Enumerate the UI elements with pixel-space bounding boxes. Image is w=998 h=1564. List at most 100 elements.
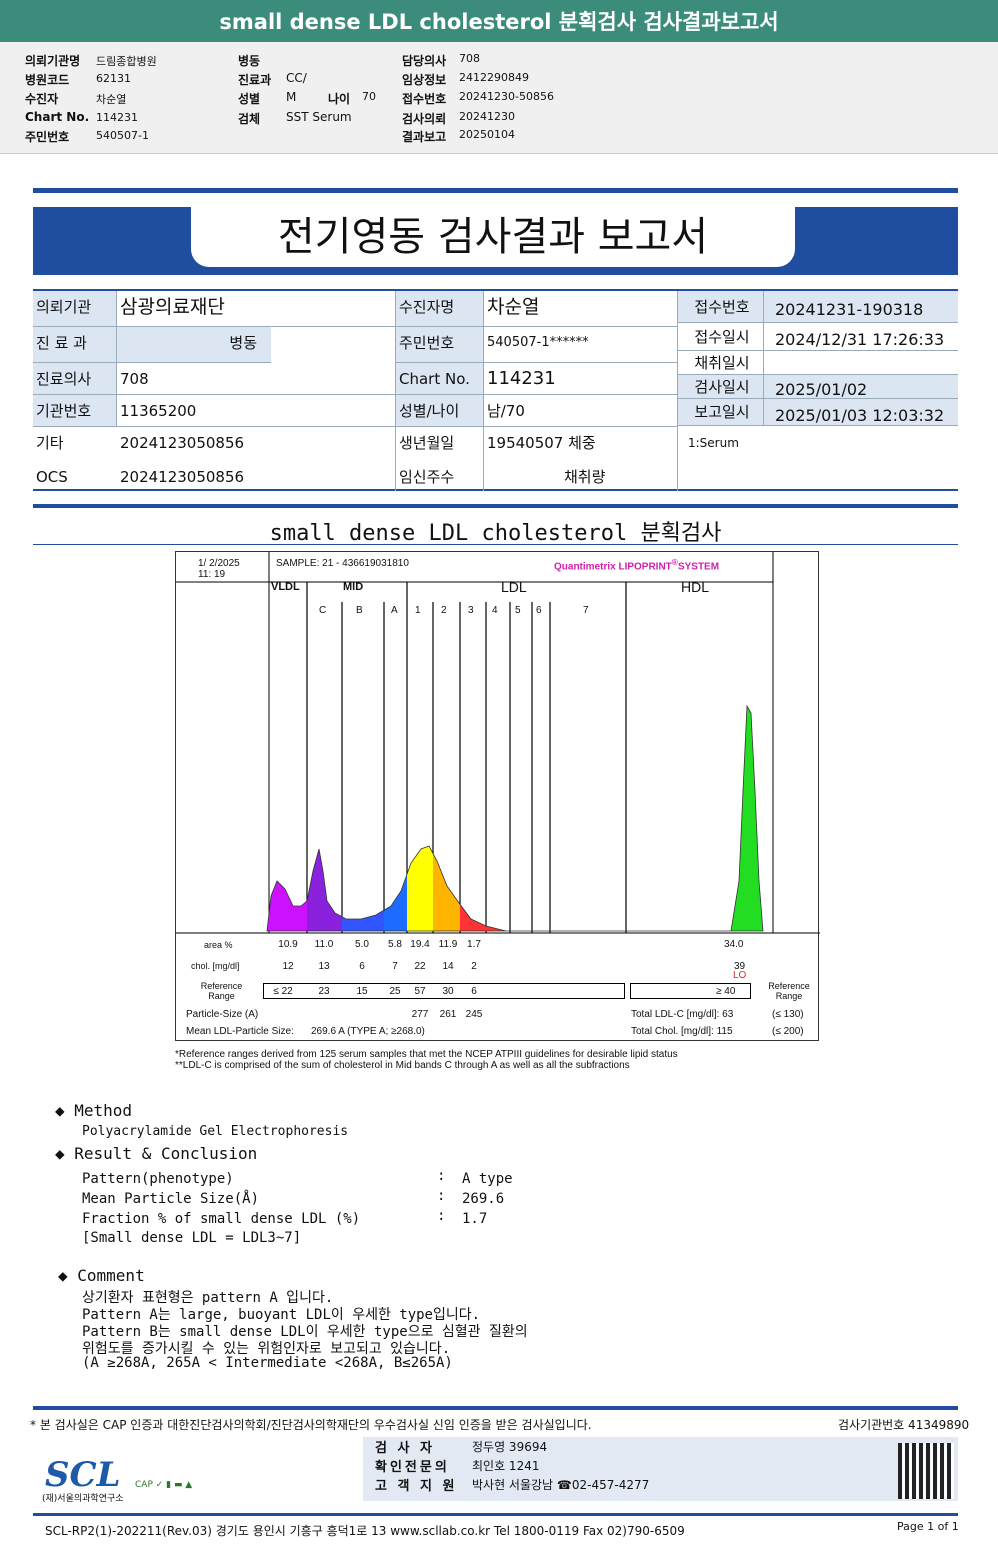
row-label: Reference Range bbox=[200, 981, 243, 1001]
field-value: 708 bbox=[117, 363, 395, 395]
row-label: Particle-Size (A) bbox=[186, 1009, 259, 1020]
diamond-icon: ◆ bbox=[58, 1266, 78, 1285]
info-label: 담당의사 bbox=[402, 54, 447, 68]
band-label: C bbox=[319, 605, 327, 616]
field-value: 540507-1****** bbox=[483, 327, 677, 363]
accreditation-logos: CAP ✓ ▮ ▬ ▲ bbox=[135, 1480, 193, 1490]
info-value: 20250104 bbox=[459, 128, 515, 141]
area-value: 5.0 bbox=[355, 939, 369, 950]
divider bbox=[33, 504, 958, 508]
staff-name: 최인호 1241 bbox=[472, 1459, 540, 1473]
info-label: 병동 bbox=[238, 54, 261, 68]
staff-role: 고 객 지 원 bbox=[375, 1479, 458, 1494]
brand-name: Quantimetrix LIPOPRINT bbox=[554, 561, 672, 573]
field-label: 기관번호 bbox=[33, 395, 117, 427]
result-note: [Small dense LDL = LDL3~7] bbox=[82, 1230, 302, 1246]
field-label: 진료의사 bbox=[33, 363, 117, 395]
reference-box bbox=[263, 983, 625, 999]
band-label: 4 bbox=[492, 605, 498, 616]
band-label: 2 bbox=[441, 605, 447, 616]
chol-value: 7 bbox=[392, 961, 398, 972]
info-value: 20241230-50856 bbox=[459, 90, 554, 103]
fraction-fill bbox=[342, 706, 384, 931]
chol-value: 6 bbox=[359, 961, 365, 972]
total-chol-ref: (≤ 200) bbox=[772, 1026, 804, 1037]
particle-size-value: 245 bbox=[465, 1009, 483, 1020]
info-value: 114231 bbox=[96, 111, 138, 124]
sample-id: SAMPLE: 21 - 436619031810 bbox=[276, 558, 409, 569]
field-label: 의뢰기관 bbox=[33, 291, 117, 327]
particle-size-value: 261 bbox=[439, 1009, 457, 1020]
qr-code bbox=[898, 1443, 954, 1499]
result-label: Pattern(phenotype) bbox=[82, 1171, 234, 1187]
group-label: HDL bbox=[681, 579, 710, 595]
staff-role: 확인전문의 bbox=[375, 1460, 450, 1475]
band-label: 1 bbox=[415, 605, 421, 616]
info-label: 검사의뢰 bbox=[402, 112, 447, 126]
field-value bbox=[763, 351, 958, 375]
band-label: 3 bbox=[468, 605, 474, 616]
field-label: 접수번호 bbox=[677, 291, 763, 323]
hdl-reference-value: ≥ 40 bbox=[716, 986, 736, 997]
chol-value: 14 bbox=[442, 961, 454, 972]
field-value: 2024123050856 bbox=[120, 468, 245, 486]
section-title: small dense LDL cholesterol 분획검사 bbox=[33, 515, 958, 546]
band-label: B bbox=[356, 605, 363, 616]
chol-value: 2 bbox=[471, 961, 477, 972]
info-label: 수진자 bbox=[25, 92, 59, 106]
info-label: Chart No. bbox=[25, 110, 90, 124]
info-value: 20241230 bbox=[459, 110, 515, 123]
report-banner: 전기영동 검사결과 보고서 bbox=[33, 207, 958, 275]
field-label: 보고일시 bbox=[677, 399, 763, 426]
fraction-fill bbox=[716, 706, 763, 931]
info-value: 62131 bbox=[96, 72, 131, 85]
diamond-icon: ◆ bbox=[55, 1101, 75, 1120]
field-label: 수진자명 bbox=[395, 291, 483, 327]
area-value: 19.4 bbox=[410, 939, 430, 950]
field-label: 주민번호 bbox=[395, 327, 483, 363]
field-label: 접수일시 bbox=[677, 323, 763, 351]
result-value: 1.7 bbox=[462, 1211, 488, 1227]
staff-role: 검 사 자 bbox=[375, 1441, 435, 1456]
band-label: A bbox=[391, 605, 398, 616]
brand-label: Quantimetrix LIPOPRINT®SYSTEM bbox=[554, 557, 719, 572]
group-label: LDL bbox=[501, 579, 527, 595]
field-label: 채취일시 bbox=[677, 351, 763, 375]
hdl-low-flag: LO bbox=[733, 970, 747, 981]
field-label: 기타 bbox=[36, 434, 64, 452]
field-label: 진 료 과 bbox=[33, 327, 117, 363]
row-label: area % bbox=[204, 940, 233, 950]
scl-logo: SCL bbox=[45, 1455, 121, 1495]
staff-name: 정두영 39694 bbox=[472, 1440, 548, 1454]
particle-size-value: 277 bbox=[411, 1009, 429, 1020]
run-date: 1/ 2/2025 bbox=[198, 558, 240, 569]
chol-value: 12 bbox=[282, 961, 294, 972]
row-label: Reference Range bbox=[768, 981, 810, 1001]
info-label: 성별 bbox=[238, 92, 261, 106]
certification-note: * 본 검사실은 CAP 인증과 대한진단검사의학회/진단검사의학재단의 우수검… bbox=[30, 1418, 592, 1432]
total-chol: Total Chol. [mg/dl]: 115 bbox=[631, 1026, 733, 1037]
field-value: 삼광의료재단 bbox=[117, 291, 395, 327]
band-label: 6 bbox=[536, 605, 542, 616]
info-value: 708 bbox=[459, 52, 480, 65]
divider bbox=[33, 1406, 958, 1410]
request-info-panel: 의뢰기관명 드림종합병원 병원코드 62131 수진자 차순열 Chart No. 11423… bbox=[0, 42, 998, 154]
field-value: 2024123050856 bbox=[120, 434, 245, 452]
field-value: 114231 bbox=[483, 363, 677, 395]
area-value: 1.7 bbox=[467, 939, 481, 950]
fraction-fill bbox=[384, 706, 407, 931]
info-value: 2412290849 bbox=[459, 71, 529, 84]
footnote-2: **LDL-C is comprised of the sum of chole… bbox=[175, 1060, 630, 1071]
report-title: 전기영동 검사결과 보고서 bbox=[191, 207, 795, 267]
method-text: Polyacrylamide Gel Electrophoresis bbox=[82, 1124, 349, 1139]
band-label: 7 bbox=[583, 605, 589, 616]
result-value: 269.6 bbox=[462, 1191, 505, 1207]
info-value: SST Serum bbox=[286, 110, 352, 124]
info-value: 드림종합병원 bbox=[96, 55, 157, 68]
comment-line: (A ≥268A, 265A < Intermediate <268A, B≤2… bbox=[82, 1355, 453, 1371]
brand-tail: SYSTEM bbox=[677, 561, 720, 573]
field-value: 11365200 bbox=[117, 395, 395, 427]
result-label: Fraction % of small dense LDL (%) bbox=[82, 1211, 361, 1227]
fraction-fill bbox=[267, 706, 307, 931]
logo-subtitle: (재)서울의과학연구소 bbox=[42, 1494, 124, 1504]
